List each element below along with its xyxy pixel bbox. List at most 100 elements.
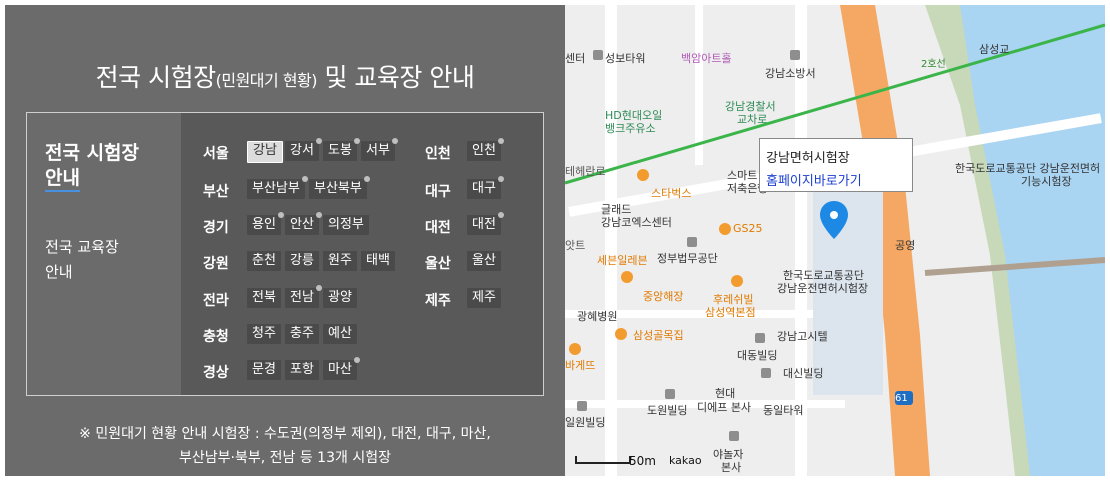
- notice-text: ※ 민원대기 현황 안내 시험장 : 수도권(의정부 제외), 대전, 대구, …: [79, 426, 491, 466]
- region-grid: 서울 강남 강서 도봉 서부 부산 부산남부 부산북부 경기 용인 안산 의정부…: [181, 113, 543, 395]
- region-jeolla: 전라: [203, 293, 229, 309]
- map-label: 강남운전면허시험장: [777, 282, 869, 295]
- cafe-icon: [637, 169, 649, 181]
- building-icon: [755, 333, 765, 343]
- map-label: 삼성교: [979, 43, 1010, 56]
- center-jeonbuk[interactable]: 전북: [247, 288, 281, 308]
- map-label: 공영: [895, 239, 916, 252]
- popup-title: 강남면허시험장: [766, 151, 850, 166]
- center-mungyeong[interactable]: 문경: [247, 360, 281, 380]
- restaurant-icon: [731, 275, 743, 287]
- map-label: 앗트: [565, 239, 586, 252]
- map-label: 백암아트홀: [681, 52, 732, 65]
- map-label: 성보타워: [605, 52, 646, 65]
- building-icon: [687, 237, 697, 247]
- center-wonju[interactable]: 원주: [323, 251, 357, 271]
- center-ulsan[interactable]: 울산: [467, 251, 501, 271]
- map-label: 센터: [565, 52, 586, 65]
- map-label: 동일타워: [763, 404, 804, 417]
- center-daegu[interactable]: 대구: [467, 176, 504, 199]
- center-pohang[interactable]: 포항: [285, 360, 319, 380]
- center-chuncheon[interactable]: 춘천: [247, 251, 281, 271]
- map-view[interactable]: 61 센터 성보타워 백암아트홀 강남소방서 HD현대오일 뱅크주유소 강남경찰…: [565, 5, 1105, 476]
- map-label: GS25: [733, 222, 763, 235]
- map-label: 본사: [721, 461, 742, 474]
- map-label: 테헤란로: [565, 165, 606, 178]
- center-yongin[interactable]: 용인: [247, 212, 284, 235]
- map-canvas: [565, 5, 1105, 476]
- homepage-link[interactable]: 홈페이지바로가기: [766, 170, 862, 189]
- map-label: 강남소방서: [765, 67, 816, 80]
- place-info-popup: 강남면허시험장 홈페이지바로가기: [759, 138, 913, 192]
- side-item-education-centers[interactable]: 전국 교육장 안내: [45, 235, 119, 285]
- region-ulsan: 울산: [425, 256, 451, 272]
- center-incheon[interactable]: 인천: [467, 138, 504, 161]
- region-chungcheong: 충청: [203, 329, 229, 345]
- center-masan[interactable]: 마산: [323, 357, 360, 380]
- region-daejeon: 대전: [425, 220, 451, 236]
- map-label: 삼성역본점: [705, 306, 756, 319]
- map-label: 스타벅스: [651, 187, 692, 200]
- kakao-logo: kakao: [669, 454, 702, 467]
- center-dobong[interactable]: 도봉: [323, 138, 360, 161]
- region-seoul: 서울: [203, 146, 229, 162]
- map-label: 강남코엑스센터: [601, 216, 672, 229]
- center-gangneung[interactable]: 강릉: [285, 251, 319, 271]
- center-ansan[interactable]: 안산: [285, 212, 322, 235]
- center-taebaek[interactable]: 태백: [361, 251, 395, 271]
- restaurant-icon: [621, 271, 633, 283]
- map-label: 기능시험장: [1021, 175, 1072, 188]
- region-gyeonggi: 경기: [203, 220, 229, 236]
- store-icon: [719, 223, 731, 235]
- building-icon: [790, 50, 800, 60]
- center-box: 전국 시험장 안내 전국 교육장 안내 서울 강남 강서 도봉 서부 부산 부산…: [26, 112, 544, 396]
- test-center-panel: 전국 시험장(민원대기 현황) 및 교육장 안내 전국 시험장 안내 전국 교육…: [5, 5, 565, 476]
- map-label: 강남고시텔: [777, 330, 828, 343]
- map-label: 바게뜨: [565, 359, 596, 372]
- map-label: 2호선: [921, 59, 946, 70]
- center-chungju[interactable]: 충주: [285, 324, 319, 344]
- map-label: 대신빌딩: [783, 367, 824, 380]
- center-jeonnam[interactable]: 전남: [285, 285, 322, 308]
- road-v3: [695, 5, 703, 165]
- region-daegu: 대구: [425, 184, 451, 200]
- map-label: 디에프 본사: [697, 401, 752, 414]
- building-icon: [593, 50, 603, 60]
- scale-label: 50m: [629, 454, 656, 468]
- restaurant-icon: [615, 328, 627, 340]
- map-label: 도원빌딩: [647, 404, 688, 417]
- center-jeju[interactable]: 제주: [467, 288, 501, 308]
- center-seobu[interactable]: 서부: [361, 138, 398, 161]
- side-item-test-centers[interactable]: 전국 시험장 안내: [45, 141, 139, 192]
- center-daejeon[interactable]: 대전: [467, 212, 504, 235]
- map-label: 뱅크주유소: [605, 122, 656, 135]
- building-icon: [761, 368, 771, 378]
- map-label: 광혜병원: [577, 310, 618, 323]
- region-gangwon: 강원: [203, 256, 229, 272]
- center-busan-nambu[interactable]: 부산남부: [247, 176, 308, 199]
- building-icon: [577, 401, 587, 411]
- region-busan: 부산: [203, 184, 229, 200]
- region-gyeongsang: 경상: [203, 365, 229, 381]
- map-label: 정부법무공단: [657, 252, 718, 265]
- building-icon: [665, 389, 675, 399]
- route-number: 61: [895, 393, 908, 404]
- map-label: 일원빌딩: [565, 416, 606, 429]
- map-label: 세븐일레븐: [597, 254, 648, 267]
- scale-bar: [575, 456, 631, 464]
- region-incheon: 인천: [425, 146, 451, 162]
- center-gangnam[interactable]: 강남: [247, 141, 283, 163]
- bakery-icon: [569, 343, 581, 355]
- center-cheongju[interactable]: 청주: [247, 324, 281, 344]
- side-nav: 전국 시험장 안내 전국 교육장 안내: [27, 113, 181, 395]
- map-label: 대동빌딩: [737, 349, 778, 362]
- map-label: 삼성골목집: [633, 329, 684, 342]
- map-label: 중앙해장: [643, 290, 684, 303]
- center-gangseo[interactable]: 강서: [285, 138, 322, 161]
- center-uijeongbu[interactable]: 의정부: [323, 215, 369, 235]
- center-yesan[interactable]: 예산: [323, 324, 357, 344]
- map-label: 교차로: [737, 113, 768, 126]
- center-gwangyang[interactable]: 광양: [323, 288, 357, 308]
- building-icon: [729, 431, 739, 441]
- center-busan-bukbu[interactable]: 부산북부: [309, 176, 370, 199]
